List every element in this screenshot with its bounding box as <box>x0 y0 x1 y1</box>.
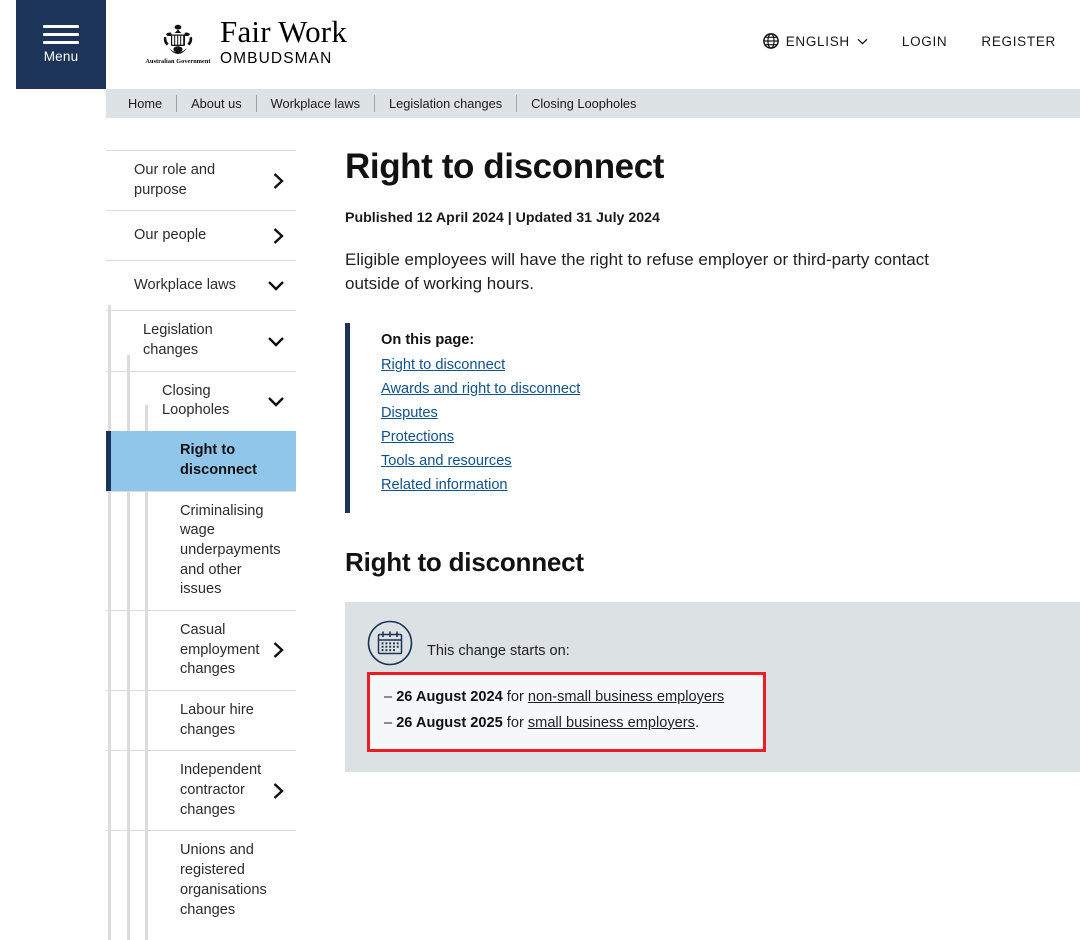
sidebar-item-labour-hire-changes[interactable]: Labour hire changes <box>106 690 296 750</box>
sidebar-item-label: Right to disconnect <box>180 442 258 478</box>
sidebar-item-our-people[interactable]: Our people <box>106 210 296 260</box>
non-small-business-employers-link[interactable]: non-small business employers <box>528 689 724 705</box>
crest-caption: Australian Government <box>145 58 211 66</box>
globe-icon <box>762 33 779 49</box>
chevron-down-icon <box>267 335 296 348</box>
on-this-page-link-related-information[interactable]: Related information <box>381 477 508 493</box>
sidebar-item-independent-contractor-changes[interactable]: Independent contractor changes <box>106 750 296 830</box>
start-date-row-small-business: – 26 August 2025 for small business empl… <box>384 711 749 737</box>
row-connector: for <box>502 688 528 705</box>
sidebar-item-label: Unions and registered organisations chan… <box>180 842 267 918</box>
list-dash: – <box>384 688 393 705</box>
small-business-employers-link[interactable]: small business employers <box>528 715 695 731</box>
on-this-page-title: On this page: <box>381 331 475 348</box>
sidebar-item-criminalising-wage-underpayments[interactable]: Criminalising wage underpayments and oth… <box>106 490 296 610</box>
sidebar-item-unions-and-registered-organisations-changes[interactable]: Unions and registered organisations chan… <box>106 830 296 930</box>
chevron-down-icon <box>857 38 868 44</box>
header-utility-nav: ENGLISH LOGIN REGISTER <box>762 33 1056 49</box>
row-connector: for <box>502 714 528 731</box>
chevron-right-icon <box>272 782 296 800</box>
sidebar-item-casual-employment-changes[interactable]: Casual employment changes <box>106 609 296 690</box>
site-header: Menu Australian Government Fair Work OMB… <box>0 0 1080 89</box>
on-this-page-box: On this page: Right to disconnect Awards… <box>345 322 1080 513</box>
register-link[interactable]: REGISTER <box>981 34 1056 49</box>
main-content: Right to disconnect Published 12 April 2… <box>296 118 1080 930</box>
sidebar-item-legislation-changes[interactable]: Legislation changes <box>106 310 296 370</box>
change-start-infobox: This change starts on: – 26 August 2024 … <box>345 601 1080 772</box>
sidebar-item-closing-loopholes[interactable]: Closing Loopholes <box>106 370 296 431</box>
on-this-page-link-tools-and-resources[interactable]: Tools and resources <box>381 453 512 469</box>
sidebar-item-label: Closing Loopholes <box>162 382 230 419</box>
list-dash: – <box>384 714 393 731</box>
brand-title: Fair Work <box>220 14 348 49</box>
sidebar-item-label: Labour hire changes <box>180 702 254 738</box>
sidebar-item-label: Independent contractor changes <box>180 762 262 818</box>
on-this-page-link-disputes[interactable]: Disputes <box>381 405 438 421</box>
brand-subtitle: OMBUDSMAN <box>220 49 333 67</box>
highlighted-dates-box: – 26 August 2024 for non-small business … <box>367 671 766 752</box>
chevron-right-icon <box>272 641 296 659</box>
sidebar-item-label: Our people <box>134 227 207 244</box>
site-logo[interactable]: Australian Government Fair Work OMBUDSMA… <box>144 14 348 67</box>
sidebar-item-label: Criminalising wage underpayments and oth… <box>180 502 281 598</box>
sidebar-item-our-role-and-purpose[interactable]: Our role and purpose <box>106 150 296 210</box>
login-link[interactable]: LOGIN <box>902 34 948 49</box>
on-this-page-link-protections[interactable]: Protections <box>381 429 454 445</box>
menu-button[interactable]: Menu <box>16 0 106 89</box>
page-title: Right to disconnect <box>345 147 665 186</box>
chevron-right-icon <box>272 172 296 190</box>
sidebar-list: Our role and purpose Our people Workplac… <box>106 150 296 940</box>
start-date-row-non-small-business: – 26 August 2024 for non-small business … <box>384 685 749 711</box>
chevron-down-icon <box>267 395 296 408</box>
sidebar-item-label: Workplace laws <box>134 277 236 294</box>
sidebar-item-label: Legislation changes <box>143 322 213 359</box>
on-this-page-link-awards-and-right-to-disconnect[interactable]: Awards and right to disconnect <box>381 381 580 397</box>
hamburger-icon <box>43 25 79 45</box>
sidebar-item-label: Casual employment changes <box>180 621 260 678</box>
section-heading: Right to disconnect <box>345 546 584 577</box>
chevron-right-icon <box>272 227 296 245</box>
on-this-page-link-right-to-disconnect[interactable]: Right to disconnect <box>381 357 505 373</box>
lead-paragraph: Eligible employees will have the right t… <box>345 249 929 293</box>
sidebar-item-workplace-laws[interactable]: Workplace laws <box>106 260 296 310</box>
publish-meta: Published 12 April 2024 | Updated 31 Jul… <box>345 209 660 226</box>
language-label: ENGLISH <box>785 33 850 49</box>
language-selector[interactable]: ENGLISH <box>762 33 868 49</box>
calendar-icon <box>367 620 413 666</box>
infobox-intro-text: This change starts on: <box>427 642 570 659</box>
row-tail: . <box>694 714 700 731</box>
sidebar-item-right-to-disconnect[interactable]: Right to disconnect <box>106 431 296 491</box>
start-date-value: 26 August 2025 <box>396 714 503 731</box>
sidebar-nav: Our role and purpose Our people Workplac… <box>0 118 296 940</box>
chevron-down-icon <box>267 279 296 292</box>
start-date-value: 26 August 2024 <box>396 688 503 705</box>
infobox-header: This change starts on: <box>367 620 1058 666</box>
menu-button-label: Menu <box>43 49 79 65</box>
australian-government-crest-icon: Australian Government <box>144 17 212 65</box>
sidebar-item-label: Our role and purpose <box>134 162 216 198</box>
page-body: Our role and purpose Our people Workplac… <box>0 89 1080 940</box>
